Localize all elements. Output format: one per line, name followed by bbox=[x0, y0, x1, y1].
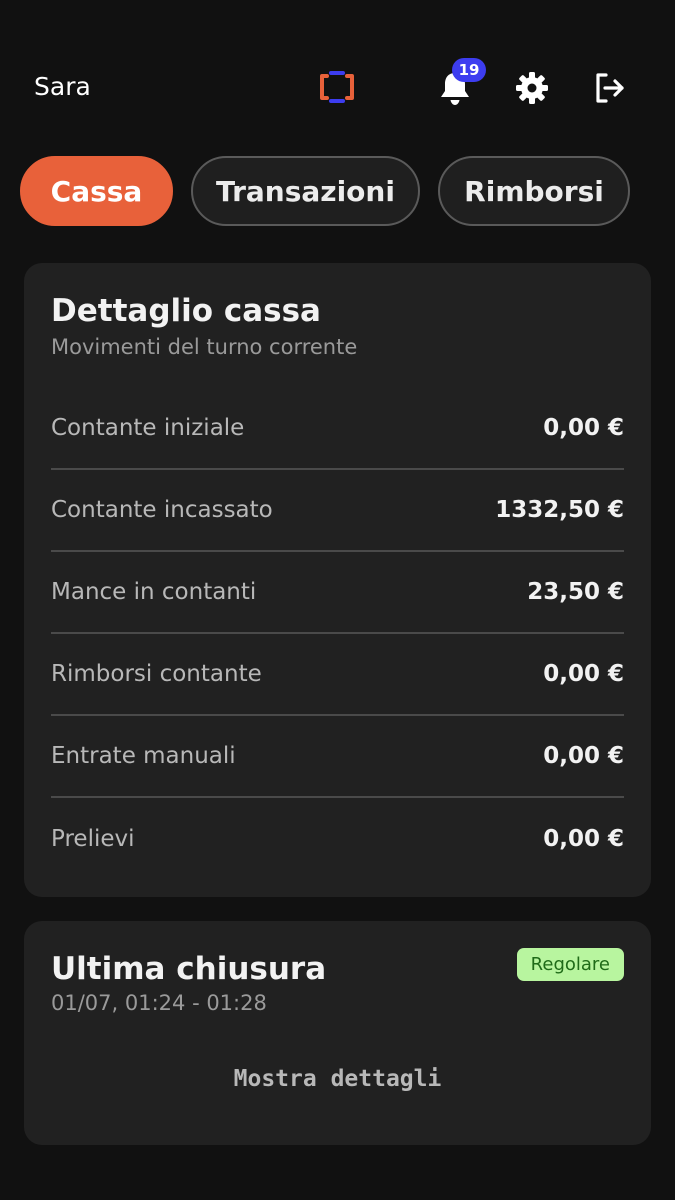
show-details-button[interactable]: Mostra dettagli bbox=[24, 1066, 651, 1092]
row-value: 0,00 € bbox=[543, 415, 624, 441]
cash-row: Contante iniziale 0,00 € bbox=[51, 388, 624, 470]
row-label: Prelievi bbox=[51, 826, 135, 852]
row-label: Rimborsi contante bbox=[51, 661, 262, 687]
cash-detail-list: Contante iniziale 0,00 € Contante incass… bbox=[51, 388, 624, 880]
status-badge: Regolare bbox=[516, 948, 624, 981]
row-value: 23,50 € bbox=[527, 579, 624, 605]
row-value: 0,00 € bbox=[543, 826, 624, 852]
cash-detail-card: Dettaglio cassa Movimenti del turno corr… bbox=[24, 263, 651, 897]
row-value: 0,00 € bbox=[543, 661, 624, 687]
cash-row: Prelievi 0,00 € bbox=[51, 798, 624, 880]
cash-detail-subtitle: Movimenti del turno corrente bbox=[51, 335, 358, 359]
tab-cassa[interactable]: Cassa bbox=[20, 156, 173, 226]
tab-bar: Cassa Transazioni Rimborsi bbox=[20, 156, 630, 226]
row-label: Contante iniziale bbox=[51, 415, 245, 441]
notification-badge: 19 bbox=[452, 58, 486, 82]
last-close-title: Ultima chiusura bbox=[51, 951, 327, 987]
cash-row: Rimborsi contante 0,00 € bbox=[51, 634, 624, 716]
tab-rimborsi[interactable]: Rimborsi bbox=[438, 156, 630, 226]
row-value: 0,00 € bbox=[543, 743, 624, 769]
row-value: 1332,50 € bbox=[495, 497, 624, 523]
brackets-logo-icon bbox=[318, 68, 356, 106]
cash-row: Entrate manuali 0,00 € bbox=[51, 716, 624, 798]
top-bar: Sara 19 bbox=[0, 58, 675, 118]
last-close-time-range: 01/07, 01:24 - 01:28 bbox=[51, 991, 267, 1015]
cash-row: Mance in contanti 23,50 € bbox=[51, 552, 624, 634]
cash-register-screen: Sara 19 Cassa Transazioni Rimborsi Detta… bbox=[0, 0, 675, 1200]
user-name: Sara bbox=[34, 72, 91, 101]
cash-row: Contante incassato 1332,50 € bbox=[51, 470, 624, 552]
row-label: Contante incassato bbox=[51, 497, 273, 523]
row-label: Entrate manuali bbox=[51, 743, 236, 769]
cash-detail-title: Dettaglio cassa bbox=[51, 293, 321, 329]
logout-icon[interactable] bbox=[589, 68, 629, 108]
gear-icon[interactable] bbox=[512, 68, 552, 108]
row-label: Mance in contanti bbox=[51, 579, 257, 605]
last-close-card: Ultima chiusura 01/07, 01:24 - 01:28 Reg… bbox=[24, 921, 651, 1145]
tab-transazioni[interactable]: Transazioni bbox=[191, 156, 420, 226]
